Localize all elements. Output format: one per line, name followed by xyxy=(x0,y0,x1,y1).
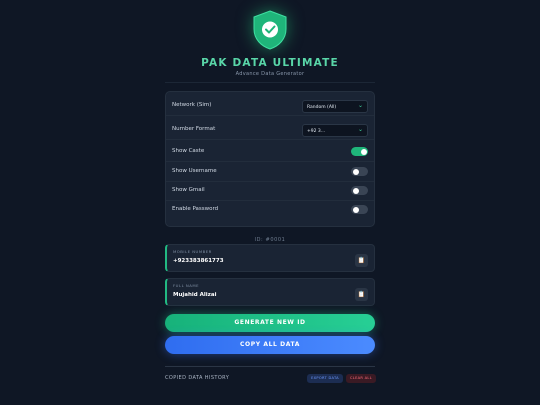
copy-mobile-button[interactable]: 📋 xyxy=(355,254,368,267)
record-id: ID: #0001 xyxy=(254,237,286,243)
network-select-value: Random (All) xyxy=(307,104,337,110)
show-caste-setting-row: Show Caste xyxy=(166,142,374,162)
export-data-button[interactable]: EXPORT DATA xyxy=(307,374,343,383)
mobile-number-card: MOBILE NUMBER +923383861773 📋 xyxy=(165,244,375,272)
number-format-setting-row: Number Format +92 3... ⌄ xyxy=(166,120,374,140)
enable-password-toggle[interactable] xyxy=(351,205,368,214)
full-name-value: Mujahid Alizai xyxy=(173,292,217,298)
chevron-down-icon: ⌄ xyxy=(357,102,363,109)
network-label: Network (Sim) xyxy=(172,102,212,108)
settings-panel: Network (Sim) Random (All) ⌄ Number Form… xyxy=(165,91,375,227)
generate-new-id-button[interactable]: GENERATE NEW ID xyxy=(165,314,375,332)
history-divider xyxy=(165,366,375,367)
show-username-toggle[interactable] xyxy=(351,167,368,176)
app-title: PAK DATA ULTIMATE xyxy=(201,57,339,69)
clear-all-button[interactable]: CLEAR ALL xyxy=(346,374,376,383)
toggle-knob xyxy=(352,206,359,213)
show-username-label: Show Username xyxy=(172,168,217,174)
header-divider xyxy=(165,82,375,83)
network-setting-row: Network (Sim) Random (All) ⌄ xyxy=(166,96,374,116)
show-gmail-setting-row: Show Gmail xyxy=(166,181,374,201)
chevron-down-icon: ⌄ xyxy=(357,126,363,133)
mobile-number-value: +923383861773 xyxy=(173,258,224,264)
enable-password-label: Enable Password xyxy=(172,206,219,212)
mobile-number-label: MOBILE NUMBER xyxy=(173,249,212,254)
shield-check-icon xyxy=(253,10,287,50)
toggle-knob xyxy=(352,187,359,194)
clipboard-icon: 📋 xyxy=(357,257,366,264)
toggle-knob xyxy=(360,148,367,155)
enable-password-setting-row: Enable Password xyxy=(166,200,374,220)
full-name-card: FULL NAME Mujahid Alizai 📋 xyxy=(165,278,375,306)
history-title: COPIED DATA HISTORY xyxy=(165,375,230,381)
show-gmail-label: Show Gmail xyxy=(172,187,205,193)
toggle-knob xyxy=(352,168,359,175)
app-subtitle: Advance Data Generator xyxy=(235,71,305,77)
show-caste-toggle[interactable] xyxy=(351,147,368,156)
clipboard-icon: 📋 xyxy=(357,291,366,298)
number-format-select[interactable]: +92 3... ⌄ xyxy=(302,124,368,137)
number-format-select-value: +92 3... xyxy=(307,128,326,134)
show-username-setting-row: Show Username xyxy=(166,162,374,182)
copy-name-button[interactable]: 📋 xyxy=(355,288,368,301)
number-format-label: Number Format xyxy=(172,126,216,132)
network-select[interactable]: Random (All) ⌄ xyxy=(302,100,368,113)
full-name-label: FULL NAME xyxy=(173,283,200,288)
show-gmail-toggle[interactable] xyxy=(351,186,368,195)
show-caste-label: Show Caste xyxy=(172,148,205,154)
copy-all-data-button[interactable]: COPY ALL DATA xyxy=(165,336,375,354)
